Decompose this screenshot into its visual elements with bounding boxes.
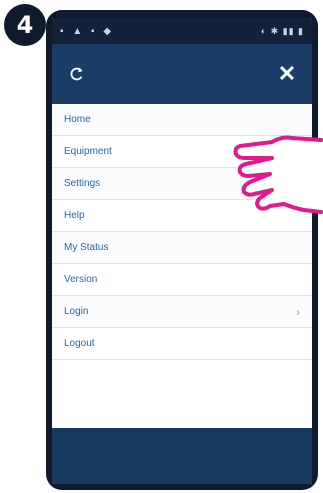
menu-item-label: Logout: [64, 338, 95, 349]
notification-icons: ▪ ▲ ▪ ◆: [60, 25, 115, 37]
back-button[interactable]: [64, 61, 90, 87]
chevron-right-icon: ›: [296, 304, 300, 319]
menu-item-version[interactable]: Version: [52, 264, 312, 296]
status-bar: ▪ ▲ ▪ ◆ ◐ ✱ ▮▮ ▮: [52, 18, 312, 44]
app-screen: ▪ ▲ ▪ ◆ ◐ ✱ ▮▮ ▮ ✕ Home Equipment Settin…: [52, 18, 312, 484]
menu-item-label: Help: [64, 210, 85, 221]
close-button[interactable]: ✕: [274, 61, 300, 87]
menu-item-label: Equipment: [64, 146, 112, 157]
refresh-back-icon: [70, 67, 83, 81]
menu-item-label: Version: [64, 274, 98, 285]
menu-item-label: My Status: [64, 242, 109, 253]
pointing-hand-icon: [233, 135, 323, 214]
bottom-panel: [52, 428, 312, 484]
menu-item-logout[interactable]: Logout: [52, 328, 312, 360]
system-status-icons: ◐ ✱ ▮▮ ▮: [260, 25, 304, 36]
step-badge: 4: [4, 4, 46, 46]
menu-item-login[interactable]: Login ›: [52, 296, 312, 328]
close-icon: ✕: [277, 61, 297, 86]
menu-toolbar: ✕: [52, 44, 312, 104]
menu-item-label: Home: [64, 114, 91, 125]
menu-item-label: Settings: [64, 178, 101, 189]
menu-item-label: Login: [64, 306, 89, 317]
menu-item-my-status[interactable]: My Status: [52, 232, 312, 264]
